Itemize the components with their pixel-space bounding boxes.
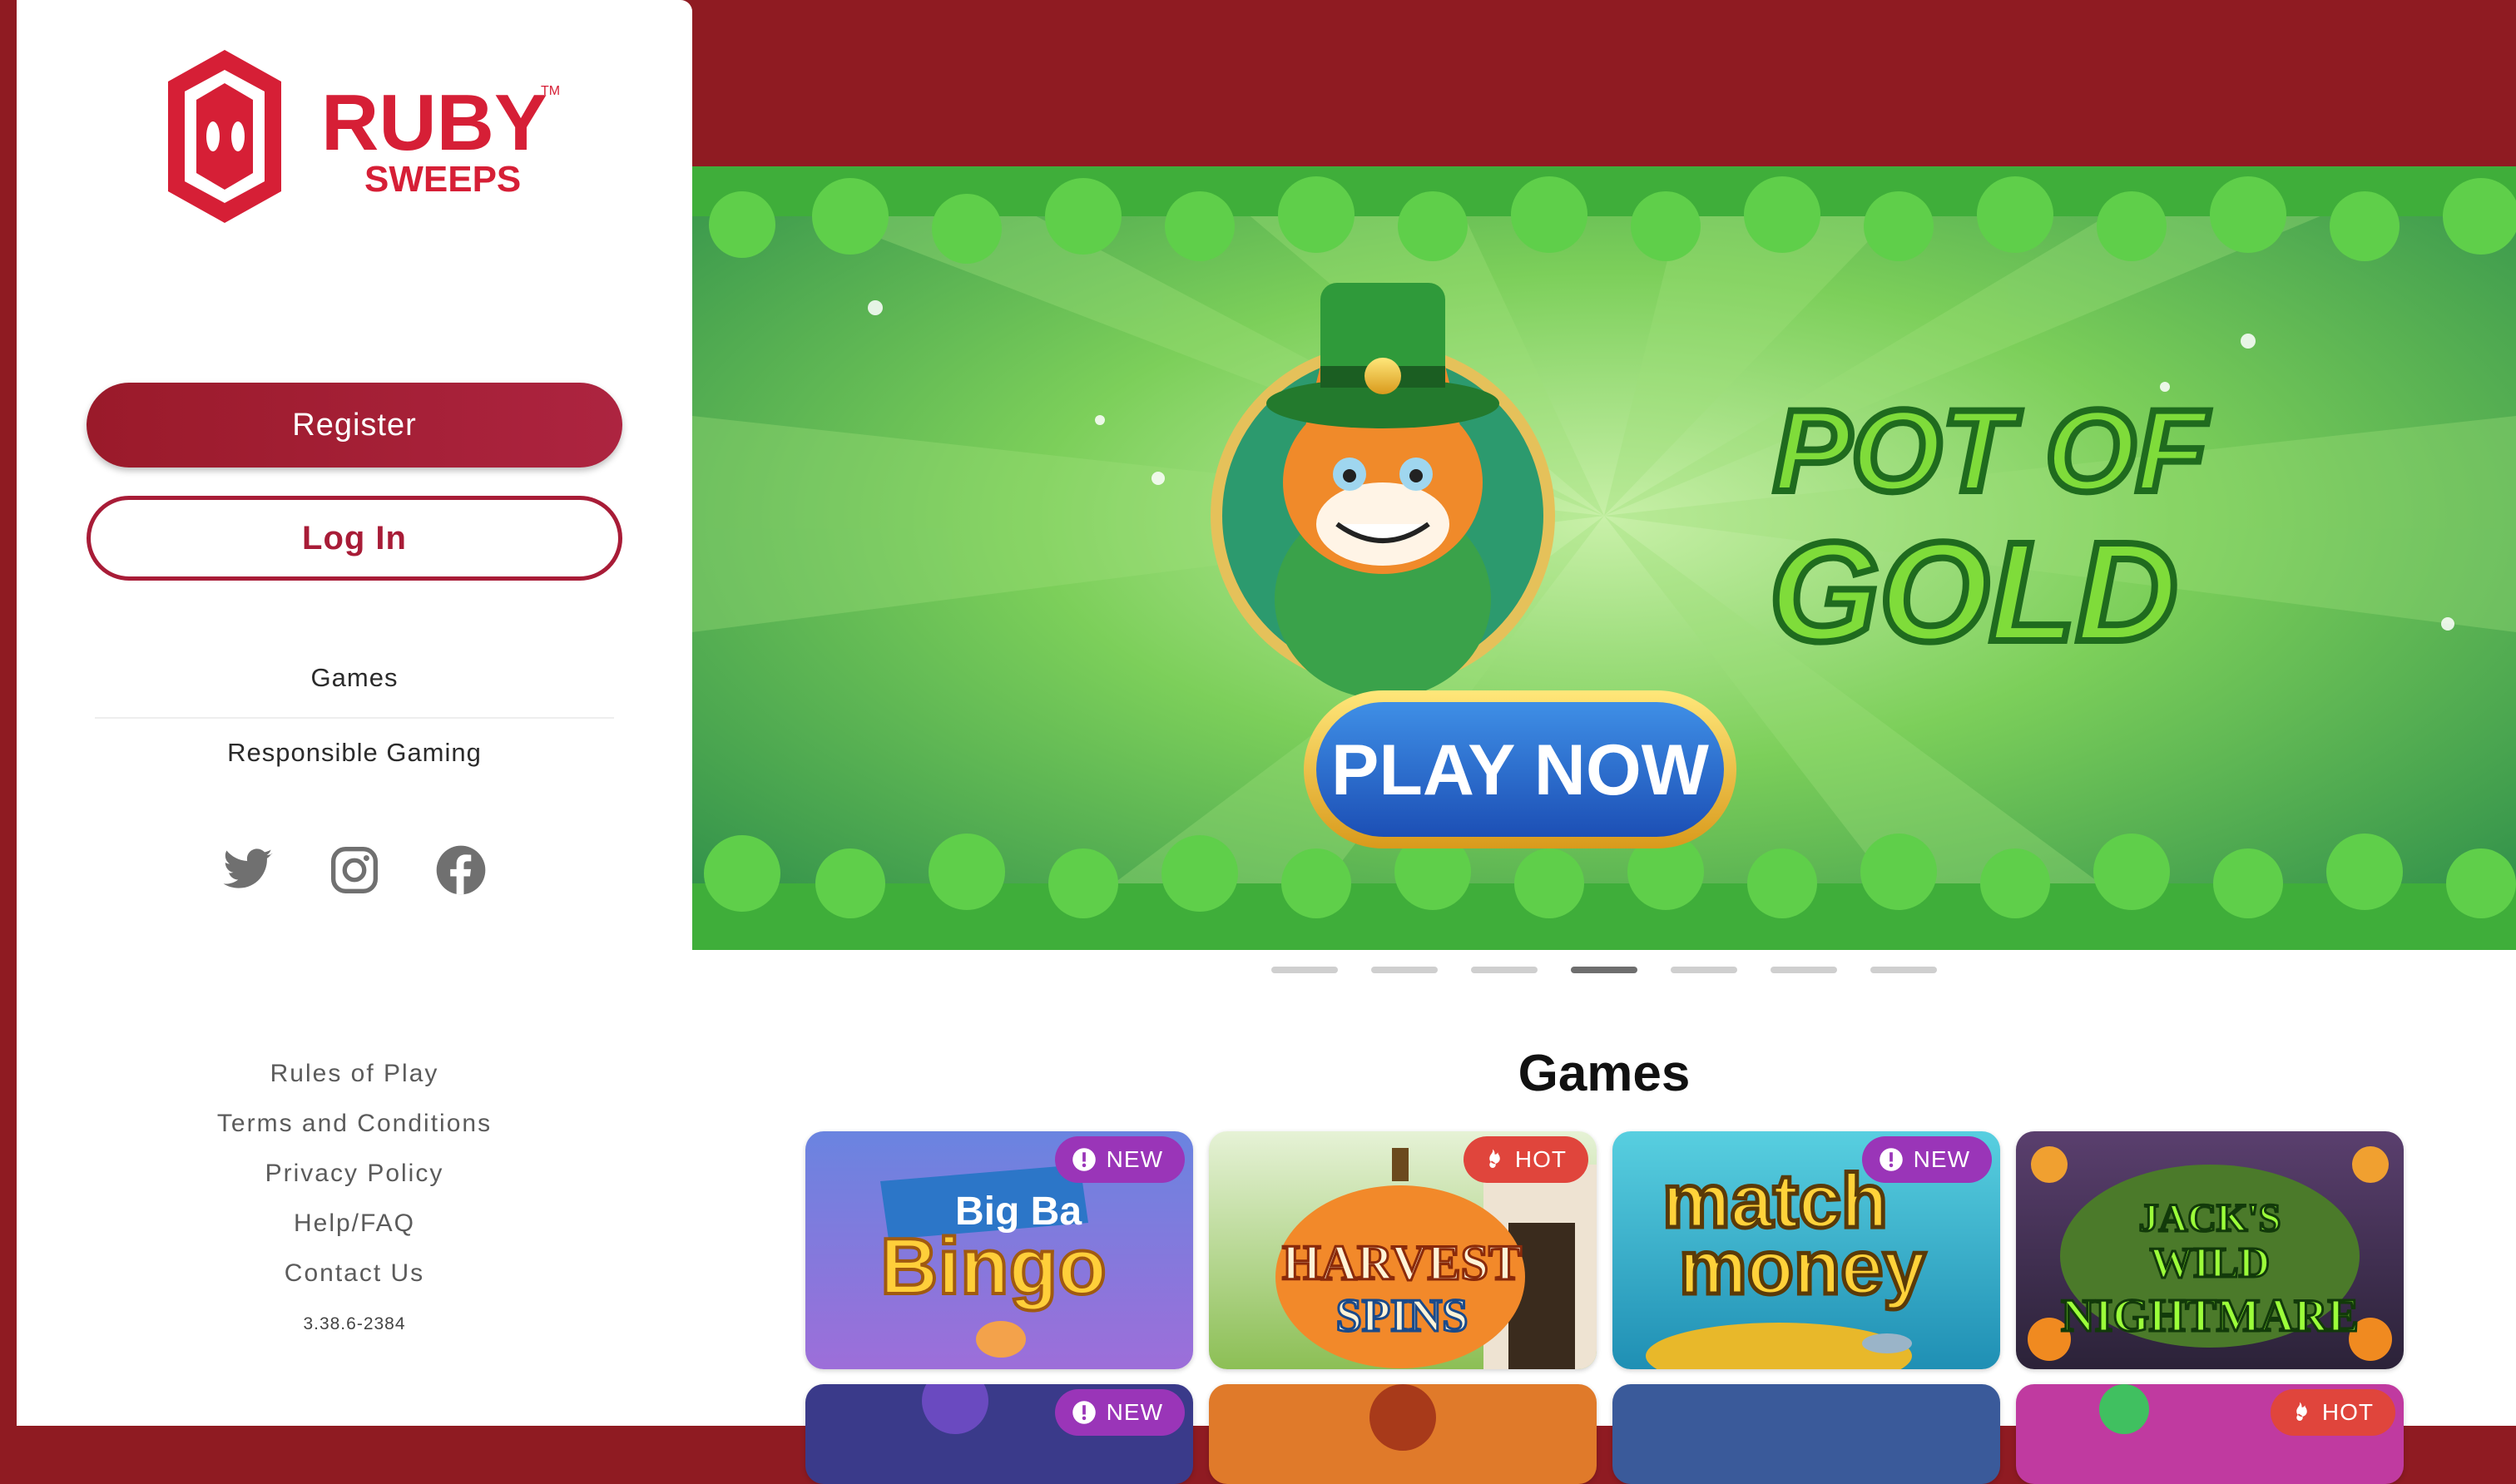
tile-title-b: SPINS xyxy=(1336,1290,1468,1342)
footer-terms[interactable]: Terms and Conditions xyxy=(95,1110,614,1138)
footer-contact[interactable]: Contact Us xyxy=(95,1259,614,1288)
flame-icon xyxy=(1489,1149,1500,1168)
badge-hot: HOT xyxy=(2270,1389,2395,1436)
tile-art xyxy=(1209,1384,1597,1484)
login-button[interactable]: Log In xyxy=(87,496,622,581)
sidebar: RUBY TM SWEEPS Register Log In Games Res… xyxy=(17,0,692,1426)
tile-art: JACK'S WILD NIGHTMARE xyxy=(2016,1131,2404,1369)
banner-title-line2: GOLD xyxy=(1769,513,2177,671)
carousel-pager xyxy=(692,950,2516,992)
twitter-icon[interactable] xyxy=(221,843,275,897)
badge-label: HOT xyxy=(1514,1146,1567,1172)
badge-label: NEW xyxy=(1106,1399,1163,1425)
ruby-sweeps-logo[interactable]: RUBY TM SWEEPS xyxy=(166,45,574,228)
game-tile-row2-4[interactable]: HOT xyxy=(2016,1384,2404,1484)
nav-responsible-gaming[interactable]: Responsible Gaming xyxy=(95,738,614,768)
pager-dot[interactable] xyxy=(1471,967,1538,973)
badge-label: NEW xyxy=(1913,1146,1970,1172)
pager-dot[interactable] xyxy=(1671,967,1737,973)
sparkle-icon xyxy=(1879,1148,1903,1171)
game-tile-jacks-wild-nightmare[interactable]: JACK'S WILD NIGHTMARE xyxy=(2016,1131,2404,1369)
logo-name-bottom: SWEEPS xyxy=(364,159,521,200)
nav-divider xyxy=(95,717,614,719)
tile-title-a: HARVEST xyxy=(1282,1235,1522,1290)
pager-dot[interactable] xyxy=(1371,967,1438,973)
sparkle-icon xyxy=(1072,1401,1096,1424)
tile-title-c: NIGHTMARE xyxy=(2061,1290,2359,1342)
game-tile-big-bang-bingo[interactable]: Big Ba Bingo NEW xyxy=(805,1131,1193,1369)
pager-dot[interactable] xyxy=(1870,967,1937,973)
tile-title-a: JACK'S xyxy=(2139,1196,2281,1240)
register-button[interactable]: Register xyxy=(87,383,622,467)
game-tile-match-money[interactable]: match money NEW xyxy=(1612,1131,2000,1369)
game-tile-row2-2[interactable] xyxy=(1209,1384,1597,1484)
logo-trademark: TM xyxy=(541,84,560,98)
app-version: 3.38.6-2384 xyxy=(303,1314,406,1333)
logo-graphic: RUBY TM SWEEPS xyxy=(168,50,560,223)
sparkle-icon xyxy=(1072,1148,1096,1171)
tile-title-b: money xyxy=(1679,1225,1926,1310)
badge-label: NEW xyxy=(1106,1146,1163,1172)
game-tile-row2-3[interactable] xyxy=(1612,1384,2000,1484)
footer-help-faq[interactable]: Help/FAQ xyxy=(95,1209,614,1238)
game-tile-harvest-spins[interactable]: HARVEST SPINS HOT xyxy=(1209,1131,1597,1369)
banner-title-line1: POT OF xyxy=(1773,385,2210,516)
banner-cta[interactable]: PLAY NOW xyxy=(1331,730,1710,810)
pager-dot[interactable] xyxy=(1271,967,1338,973)
badge-new: NEW xyxy=(1861,1136,1992,1183)
banner-art: POT OF GOLD PLAY NOW xyxy=(692,166,2516,950)
badge-label: HOT xyxy=(2321,1399,2374,1425)
pager-dot-active[interactable] xyxy=(1571,967,1637,973)
footer-privacy[interactable]: Privacy Policy xyxy=(95,1160,614,1188)
pager-dot[interactable] xyxy=(1771,967,1837,973)
tile-art xyxy=(1612,1384,2000,1484)
flame-icon xyxy=(2296,1402,2307,1421)
tile-title-b: WILD xyxy=(2150,1239,2270,1287)
facebook-icon[interactable] xyxy=(434,843,488,897)
tile-title-b: Bingo xyxy=(880,1222,1107,1311)
badge-new: NEW xyxy=(1054,1389,1185,1436)
badge-hot: HOT xyxy=(1463,1136,1588,1183)
nav-games[interactable]: Games xyxy=(95,663,614,693)
game-tile-row2-1[interactable]: NEW xyxy=(805,1384,1193,1484)
badge-new: NEW xyxy=(1054,1136,1185,1183)
logo-name-top: RUBY xyxy=(321,78,547,167)
footer-rules-of-play[interactable]: Rules of Play xyxy=(95,1060,614,1088)
instagram-icon[interactable] xyxy=(328,843,381,897)
promo-banner[interactable]: POT OF GOLD PLAY NOW xyxy=(692,166,2516,950)
games-heading: Games xyxy=(1518,1045,1691,1102)
